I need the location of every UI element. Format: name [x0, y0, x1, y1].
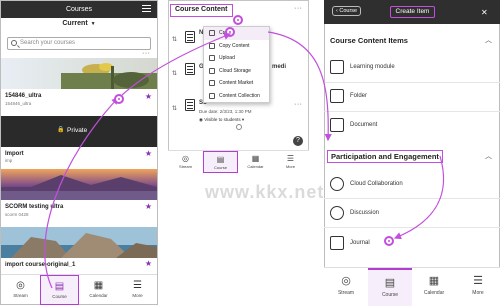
arrow-course-to-card [44, 97, 119, 289]
arrow-section-to-journal [393, 155, 445, 240]
arrow-create-to-panel [267, 31, 332, 142]
annotation-arrows [44, 31, 445, 289]
arrow-card-to-create [121, 32, 232, 96]
watermark: www.kkx.net [205, 182, 325, 202]
course-card-tap-target[interactable] [114, 94, 124, 104]
